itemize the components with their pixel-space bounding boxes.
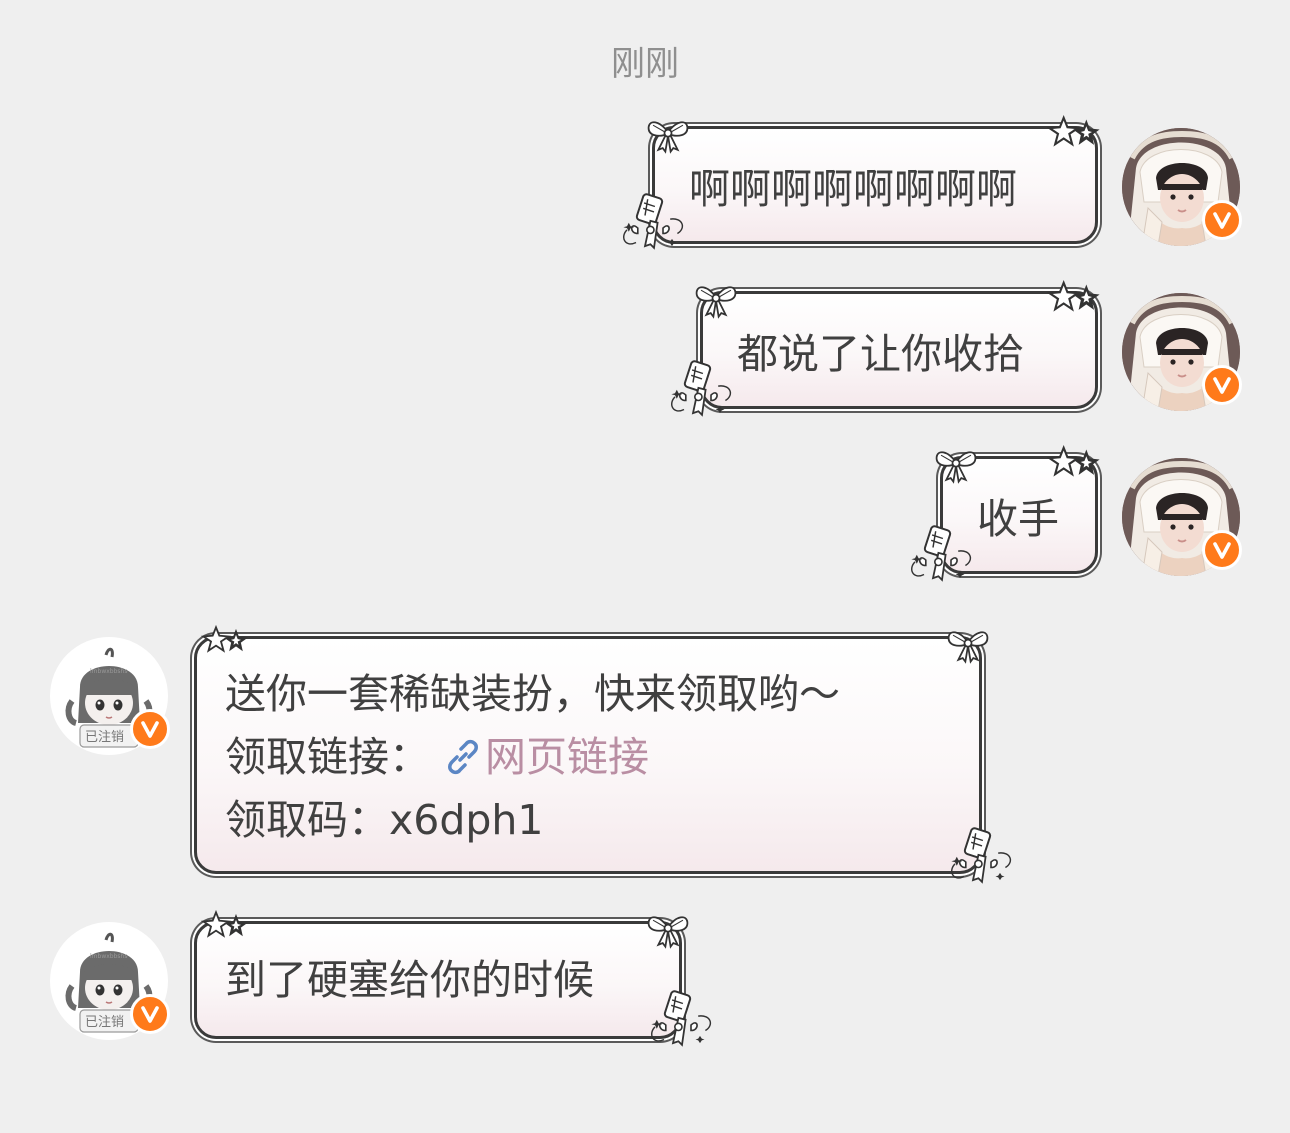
link-text[interactable]: 网页链接 bbox=[485, 733, 649, 781]
verified-v-icon bbox=[1202, 530, 1242, 570]
message-text: 啊啊啊啊啊啊啊啊 bbox=[689, 165, 1017, 213]
link-prefix: 领取链接： bbox=[225, 733, 430, 781]
verified-v-icon bbox=[130, 709, 170, 749]
sender-avatar[interactable] bbox=[50, 637, 170, 755]
message-line-3: 领取码：x6dph1 bbox=[225, 796, 544, 844]
message-line-2: 领取链接： 网页链接 bbox=[225, 726, 979, 789]
message-text: 都说了让你收拾 bbox=[737, 330, 1024, 378]
verified-v-icon bbox=[130, 994, 170, 1034]
message-text: 收手 bbox=[977, 495, 1059, 543]
message-timestamp: 刚刚 bbox=[611, 44, 679, 84]
message-text: 到了硬塞给你的时候 bbox=[225, 956, 594, 1004]
message-bubble-outgoing[interactable]: 都说了让你收拾 bbox=[700, 291, 1098, 409]
link-chain-icon bbox=[448, 739, 479, 775]
message-bubble-incoming[interactable]: 送你一套稀缺装扮，快来领取哟～ 领取链接： 网页链接 领取码：x6dph1 bbox=[194, 636, 982, 874]
verified-v-icon bbox=[1202, 365, 1242, 405]
verified-v-icon bbox=[1202, 200, 1242, 240]
self-avatar[interactable] bbox=[1122, 128, 1242, 246]
message-bubble-incoming[interactable]: 到了硬塞给你的时候 bbox=[194, 921, 682, 1039]
message-line-1: 送你一套稀缺装扮，快来领取哟～ bbox=[225, 670, 840, 718]
message-bubble-outgoing[interactable]: 收手 bbox=[940, 456, 1098, 574]
web-link[interactable]: 网页链接 bbox=[443, 733, 649, 781]
sender-avatar[interactable] bbox=[50, 922, 170, 1040]
message-bubble-outgoing[interactable]: 啊啊啊啊啊啊啊啊 bbox=[652, 126, 1098, 244]
self-avatar[interactable] bbox=[1122, 293, 1242, 411]
self-avatar[interactable] bbox=[1122, 458, 1242, 576]
